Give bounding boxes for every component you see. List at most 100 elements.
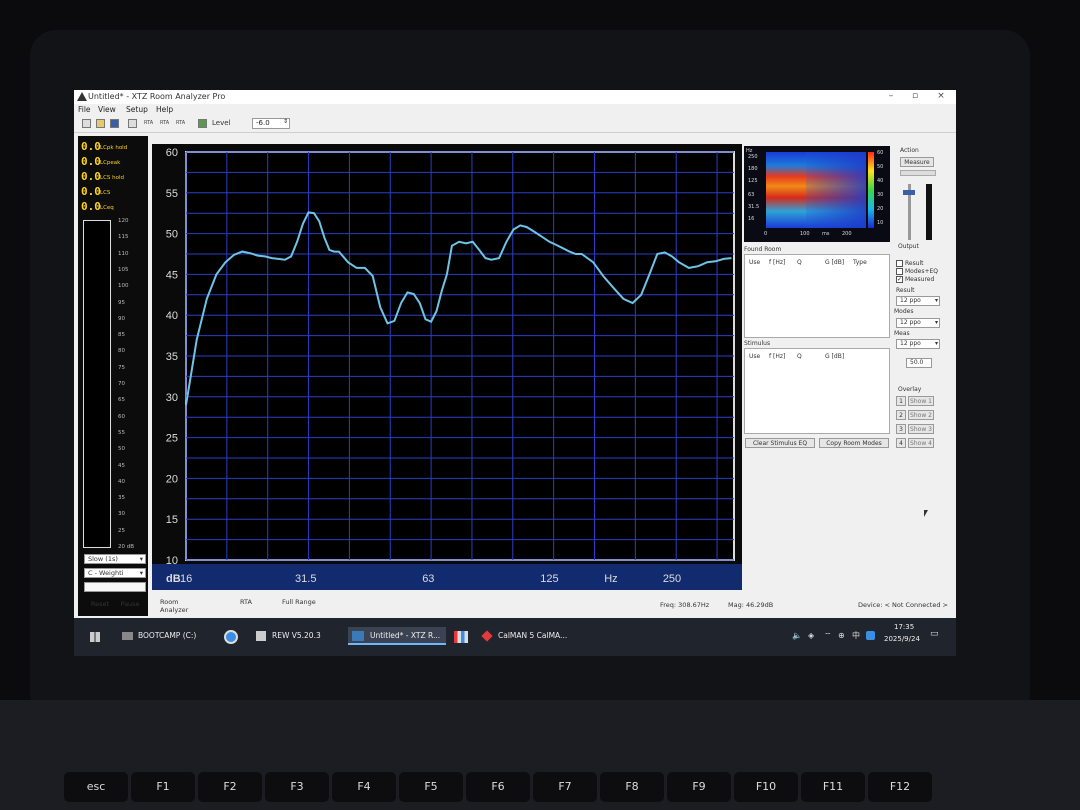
spectro-xtick: ms — [822, 231, 830, 237]
browser-icon[interactable] — [224, 630, 238, 644]
x-tick-label: 250 — [663, 573, 681, 585]
window-title: Untitled* - XTZ Room Analyzer Pro — [88, 92, 226, 101]
key-f12[interactable]: F12 — [868, 772, 932, 802]
color-scale-bar — [868, 152, 874, 228]
modes-smoothing-select[interactable]: 12 ppo ▾ — [896, 318, 940, 328]
print-icon[interactable] — [128, 119, 137, 128]
close-icon[interactable]: × — [932, 91, 950, 101]
task-xtz[interactable]: Untitled* - XTZ R... — [348, 627, 446, 645]
menu-view[interactable]: View — [98, 105, 116, 114]
meter-scale-tick: 110 — [118, 250, 129, 257]
menu-help[interactable]: Help — [156, 105, 173, 114]
y-axis-unit: dB — [166, 573, 181, 585]
notification-icon[interactable]: ▭ — [930, 629, 939, 639]
col-gain: G [dB] — [825, 259, 845, 266]
task-calman[interactable]: CalMAN 5 CalMA... — [478, 627, 574, 645]
meter-scale-tick: 50 — [118, 446, 125, 453]
clock-time: 17:35 — [894, 623, 915, 631]
spectro-ztick: 10 — [877, 220, 884, 226]
pause-button[interactable]: Pause — [116, 600, 144, 610]
key-f9[interactable]: F9 — [667, 772, 731, 802]
key-f5[interactable]: F5 — [399, 772, 463, 802]
windows-start-icon[interactable] — [90, 632, 100, 642]
clear-stimulus-eq-button[interactable]: Clear Stimulus EQ — [745, 438, 815, 448]
progress-bar — [900, 170, 936, 176]
open-folder-icon[interactable] — [96, 119, 105, 128]
overlay-1-button[interactable]: Show 1 — [908, 396, 934, 406]
volume-icon[interactable]: 🔈 — [792, 631, 802, 640]
new-file-icon[interactable] — [82, 119, 91, 128]
modes-eq-checkbox-label: Modes+EQ — [905, 268, 939, 275]
overlay-3-button[interactable]: Show 3 — [908, 424, 934, 434]
overlay-3-number[interactable]: 3 — [896, 424, 906, 434]
meter-scale-tick: 45 — [118, 462, 125, 469]
spectro-ytick: 31.5 — [748, 204, 760, 210]
overlay-2-button[interactable]: Show 2 — [908, 410, 934, 420]
meter-scale-tick: 75 — [118, 364, 125, 371]
copy-room-modes-button[interactable]: Copy Room Modes — [819, 438, 889, 448]
level-input[interactable]: -6.0 ⇕ — [252, 118, 290, 129]
x-tick-label: 16 — [180, 573, 192, 585]
globe-icon[interactable]: ⊕ — [838, 631, 845, 640]
overlay-1-number[interactable]: 1 — [896, 396, 906, 406]
rta-button-2[interactable]: RTA — [160, 120, 169, 126]
app-tray-icon[interactable] — [866, 631, 875, 640]
measured-checkbox[interactable]: ✓ — [896, 276, 903, 283]
task-bootcamp[interactable]: BOOTCAMP (C:) — [118, 627, 214, 645]
found-room-table[interactable]: Use f [Hz] Q G [dB] Type — [744, 254, 890, 338]
key-f8[interactable]: F8 — [600, 772, 664, 802]
key-f10[interactable]: F10 — [734, 772, 798, 802]
reset-button[interactable]: Reset — [86, 600, 114, 610]
task-rew[interactable]: REW V5.20.3 — [252, 627, 342, 645]
key-f7[interactable]: F7 — [533, 772, 597, 802]
smooth-value-input[interactable]: 50.0 — [906, 358, 932, 368]
result-smoothing-select[interactable]: 12 ppo ▾ — [896, 296, 940, 306]
ime-indicator[interactable]: 中 — [852, 630, 860, 641]
overlay-4-button[interactable]: Show 4 — [908, 438, 934, 448]
meter-scale-tick: 65 — [118, 397, 125, 404]
wifi-icon[interactable]: ⌔ — [824, 631, 832, 641]
speed-select[interactable]: Slow (1s) ▾ — [84, 554, 146, 564]
weighting-select[interactable]: C - Weighti ▾ — [84, 568, 146, 578]
rew-app-icon — [256, 631, 266, 641]
overlay-4-number[interactable]: 4 — [896, 438, 906, 448]
menu-file[interactable]: File — [78, 105, 91, 114]
output-meter — [926, 184, 932, 240]
meter-scale-tick: 70 — [118, 381, 125, 387]
result-checkbox[interactable] — [896, 260, 903, 267]
rta-button-3[interactable]: RTA — [176, 120, 185, 126]
tab-room-analyzer[interactable]: Room Analyzer — [160, 598, 188, 614]
meter-scale-tick: 40 — [118, 478, 125, 485]
frequency-response-graph[interactable]: 10 15 20 25 30 35 40 45 50 55 60 dB 16 31.5 63 125 Hz 250 — [152, 144, 742, 590]
save-icon[interactable] — [110, 119, 119, 128]
output-slider-handle[interactable] — [903, 190, 915, 195]
tab-rta[interactable]: RTA — [240, 598, 252, 606]
key-f11[interactable]: F11 — [801, 772, 865, 802]
stimulus-table[interactable]: Use f [Hz] Q G [dB] — [744, 348, 890, 434]
minimize-icon[interactable]: – — [882, 91, 900, 101]
action-title: Action — [900, 147, 919, 154]
measure-button[interactable]: Measure — [900, 157, 934, 167]
calman-app-icon[interactable] — [454, 631, 468, 643]
y-tick-label: 55 — [166, 188, 178, 200]
y-tick-label: 60 — [166, 147, 178, 159]
key-f4[interactable]: F4 — [332, 772, 396, 802]
modes-eq-checkbox[interactable] — [896, 268, 903, 275]
lcs-label: LCS — [100, 190, 111, 196]
network-icon[interactable]: ◈ — [808, 631, 814, 640]
lcs-hold-label: LCS hold — [100, 175, 125, 181]
meas-smoothing-select[interactable]: 12 ppo ▾ — [896, 339, 940, 349]
maximize-icon[interactable]: ▫ — [906, 91, 924, 101]
meter-scale-tick: 85 — [118, 332, 125, 339]
key-f6[interactable]: F6 — [466, 772, 530, 802]
overlay-2-number[interactable]: 2 — [896, 410, 906, 420]
key-f3[interactable]: F3 — [265, 772, 329, 802]
key-esc[interactable]: esc — [64, 772, 128, 802]
menu-setup[interactable]: Setup — [126, 105, 148, 114]
spin-arrows-icon[interactable]: ⇕ — [283, 118, 288, 125]
result-label: Result — [896, 287, 915, 294]
tab-full-range[interactable]: Full Range — [282, 598, 316, 606]
rta-button-1[interactable]: RTA — [144, 120, 153, 126]
key-f2[interactable]: F2 — [198, 772, 262, 802]
key-f1[interactable]: F1 — [131, 772, 195, 802]
